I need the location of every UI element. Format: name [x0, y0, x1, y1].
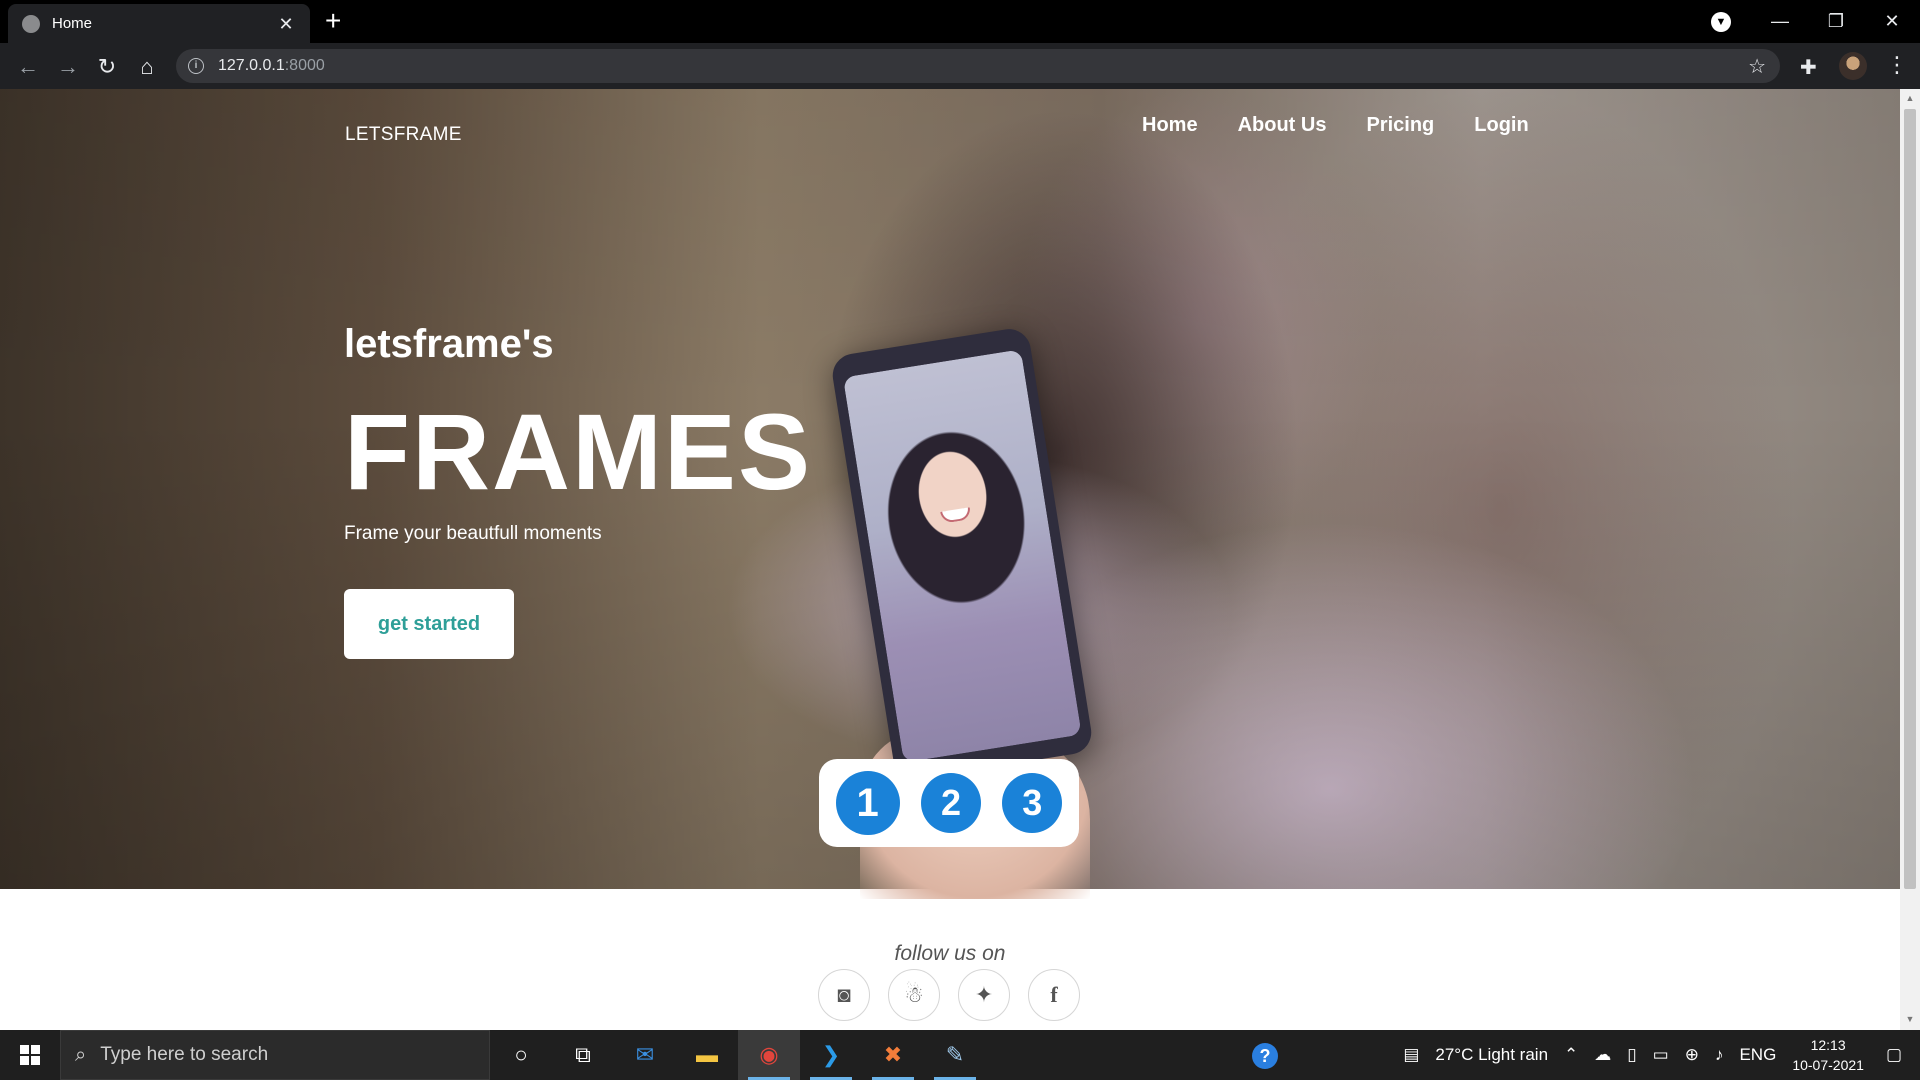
instagram-icon[interactable]: ◙	[818, 969, 870, 1021]
extensions-icon[interactable]: ✚	[1800, 55, 1817, 80]
clock-date: 10-07-2021	[1792, 1057, 1864, 1073]
paint-icon[interactable]: ✎	[924, 1030, 986, 1080]
browser-toolbar: ← → ↻ ⌂ i 127.0.0.1:8000 ☆ ✚ ⋮	[0, 43, 1920, 89]
close-tab-icon[interactable]: ✕	[276, 14, 296, 34]
windows-icon	[20, 1045, 40, 1065]
nav-about-us[interactable]: About Us	[1238, 114, 1327, 137]
page-viewport: LETSFRAME Home About Us Pricing Login le…	[0, 89, 1920, 1030]
nav-login[interactable]: Login	[1474, 114, 1528, 137]
scroll-down-icon[interactable]: ▼	[1904, 1014, 1916, 1026]
clock-time: 12:13	[1810, 1037, 1846, 1053]
task-view-icon[interactable]: ⧉	[552, 1030, 614, 1080]
nav-home[interactable]: Home	[1142, 114, 1198, 137]
chrome-icon[interactable]: ◉	[738, 1030, 800, 1080]
snapchat-icon[interactable]: ☃	[888, 969, 940, 1021]
url-host: 127.0.0.1	[218, 57, 285, 74]
chevron-up-icon[interactable]: ⌃	[1564, 1045, 1578, 1065]
close-window-button[interactable]: ✕	[1864, 11, 1920, 32]
vscode-icon[interactable]: ❯	[800, 1030, 862, 1080]
browser-menu-icon[interactable]: ⋮	[1886, 52, 1908, 78]
site-info-icon[interactable]: i	[188, 58, 204, 74]
phone-screen	[842, 349, 1082, 763]
xampp-icon[interactable]: ✖	[862, 1030, 924, 1080]
window-controls: — ❐ ✕	[1752, 0, 1920, 43]
slide-2-button[interactable]: 2	[920, 773, 981, 833]
follow-label: follow us on	[894, 942, 1006, 965]
slide-pager: 1 2 3	[819, 759, 1079, 847]
phone-screen-smile	[940, 507, 972, 524]
help-icon[interactable]: ?	[1252, 1043, 1278, 1069]
start-button[interactable]	[0, 1030, 60, 1080]
slide-1-button[interactable]: 1	[835, 771, 900, 835]
system-tray: ▤ 27°C Light rain ⌃ ☁ ▯ ▭ ⊕ ♪ ENG 12:13 …	[1395, 1030, 1920, 1080]
hero-tagline: Frame your beautfull moments	[344, 523, 602, 544]
network-icon[interactable]: ⊕	[1685, 1045, 1699, 1065]
home-icon[interactable]: ⌂	[133, 53, 161, 81]
reload-icon[interactable]: ↻	[93, 53, 121, 81]
slide-3-button[interactable]: 3	[1002, 773, 1063, 833]
cortana-icon[interactable]: ○	[490, 1030, 552, 1080]
language-indicator[interactable]: ENG	[1739, 1045, 1776, 1065]
globe-icon	[22, 14, 40, 33]
restore-button[interactable]: ❐	[1808, 11, 1864, 32]
back-icon[interactable]: ←	[14, 53, 42, 81]
page-scrollbar[interactable]: ▲ ▼	[1900, 89, 1920, 1030]
twitter-icon[interactable]: ✦	[958, 969, 1010, 1021]
social-links: ◙ ☃ ✦ f	[818, 969, 1098, 1021]
hero-section: LETSFRAME Home About Us Pricing Login le…	[0, 89, 1900, 899]
onedrive-icon[interactable]: ☁	[1594, 1045, 1611, 1065]
tab-search-icon[interactable]: ▼	[1711, 12, 1731, 32]
site-logo[interactable]: LETSFRAME	[345, 124, 462, 146]
taskbar-search[interactable]: ⌕ Type here to search	[60, 1030, 490, 1080]
taskbar: ⌕ Type here to search ○ ⧉ ✉ ▬ ◉ ❯ ✖ ✎ ? …	[0, 1030, 1920, 1080]
bookmark-star-icon[interactable]: ☆	[1748, 54, 1766, 79]
battery-icon[interactable]: ▭	[1653, 1045, 1669, 1065]
volume-icon[interactable]: ♪	[1715, 1045, 1724, 1065]
search-icon: ⌕	[75, 1043, 87, 1066]
address-bar[interactable]: i 127.0.0.1:8000 ☆	[176, 49, 1780, 83]
hero-title: FRAMES	[344, 391, 812, 512]
clock[interactable]: 12:13 10-07-2021	[1792, 1035, 1864, 1075]
taskbar-search-placeholder: Type here to search	[100, 1044, 269, 1065]
profile-avatar[interactable]	[1839, 52, 1867, 80]
scrollbar-thumb[interactable]	[1904, 109, 1916, 889]
weather-icon[interactable]: ▤	[1403, 1045, 1419, 1065]
browser-tab[interactable]: Home ✕	[8, 4, 310, 43]
tab-title: Home	[52, 15, 93, 32]
weather-text[interactable]: 27°C Light rain	[1435, 1045, 1548, 1065]
url-port: :8000	[284, 57, 325, 74]
hero-subtitle: letsframe's	[344, 322, 554, 366]
scroll-up-icon[interactable]: ▲	[1904, 93, 1916, 105]
hero-image-phone	[829, 326, 1095, 782]
forward-icon[interactable]: →	[54, 53, 82, 81]
minimize-button[interactable]: —	[1752, 11, 1808, 32]
notifications-icon[interactable]: ▢	[1886, 1045, 1902, 1065]
file-explorer-icon[interactable]: ▬	[676, 1030, 738, 1080]
facebook-icon[interactable]: f	[1028, 969, 1080, 1021]
browser-tabstrip: Home ✕ + ▼ — ❐ ✕	[0, 0, 1920, 43]
nav-pricing[interactable]: Pricing	[1366, 114, 1434, 137]
get-started-button[interactable]: get started	[344, 589, 514, 659]
main-nav: Home About Us Pricing Login	[1142, 114, 1569, 137]
device-icon[interactable]: ▯	[1627, 1045, 1636, 1065]
new-tab-button[interactable]: +	[325, 7, 341, 35]
mail-icon[interactable]: ✉	[614, 1030, 676, 1080]
